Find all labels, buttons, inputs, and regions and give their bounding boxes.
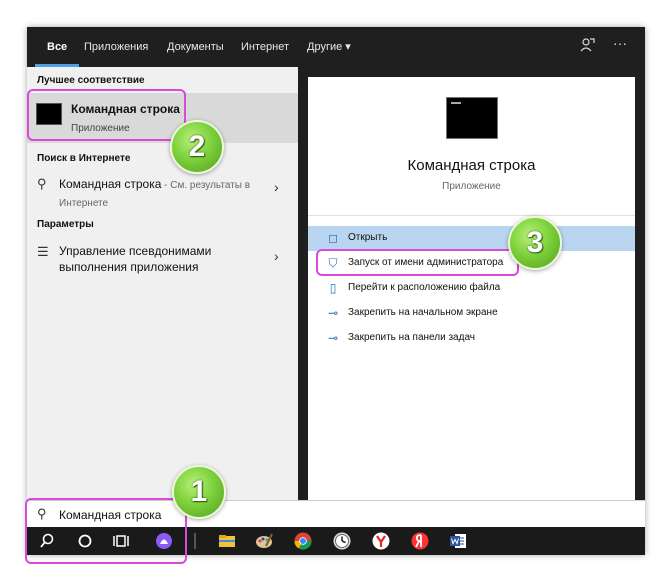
more-icon[interactable]: ··· bbox=[613, 35, 627, 51]
file-location-icon: ▯ bbox=[329, 281, 337, 295]
tab-internet[interactable]: Интернет bbox=[241, 27, 289, 67]
paint-icon[interactable] bbox=[254, 531, 274, 551]
action-open-file-location[interactable]: ▯ Перейти к расположению файла bbox=[308, 276, 635, 301]
step-badge-3: 3 bbox=[508, 216, 562, 270]
tab-documents[interactable]: Документы bbox=[167, 27, 224, 67]
open-icon: ◻ bbox=[328, 231, 338, 245]
clock-app-icon[interactable] bbox=[332, 531, 352, 551]
action-open[interactable]: ◻ Открыть bbox=[308, 226, 635, 251]
file-explorer-icon[interactable] bbox=[217, 531, 237, 551]
web-result-query: Командная строка bbox=[59, 177, 162, 191]
action-label: Открыть bbox=[348, 232, 388, 243]
chrome-icon[interactable] bbox=[293, 531, 313, 551]
yandex-browser-icon[interactable] bbox=[371, 531, 391, 551]
web-result-line2: Интернете bbox=[59, 198, 109, 209]
callout-search bbox=[25, 498, 187, 564]
divider bbox=[308, 215, 635, 216]
search-icon: ⚲ bbox=[37, 176, 47, 191]
pin-icon: ⊸ bbox=[327, 331, 339, 345]
preview-title: Командная строка bbox=[407, 157, 536, 174]
taskbar-divider bbox=[194, 533, 196, 549]
step-badge-1: 1 bbox=[172, 465, 226, 519]
chevron-right-icon[interactable]: › bbox=[274, 248, 279, 264]
setting-item-text: Управление псевдонимами выполнения прило… bbox=[59, 243, 211, 275]
word-icon[interactable] bbox=[448, 531, 468, 551]
action-label: Перейти к расположению файла bbox=[348, 282, 501, 293]
settings-heading: Параметры bbox=[37, 219, 94, 230]
preview-panel: Командная строка Приложение ◻ Открыть ⛉ … bbox=[308, 77, 635, 500]
chevron-right-icon[interactable]: › bbox=[274, 179, 279, 195]
tab-all[interactable]: Все bbox=[47, 27, 67, 67]
tab-other[interactable]: Другие ▾ bbox=[307, 27, 351, 67]
web-result-suffix: - См. результаты в bbox=[161, 180, 251, 191]
tab-apps[interactable]: Приложения bbox=[84, 27, 148, 67]
cmd-preview-icon bbox=[446, 97, 498, 139]
yandex-icon[interactable] bbox=[410, 531, 430, 551]
action-pin-taskbar[interactable]: ⊸ Закрепить на панели задач bbox=[308, 326, 635, 351]
preview-subtitle: Приложение bbox=[442, 181, 501, 192]
setting-line1: Управление псевдонимами bbox=[59, 244, 212, 258]
web-result-text: Командная строка - См. результаты в Инте… bbox=[59, 176, 250, 212]
best-match-heading: Лучшее соответствие bbox=[37, 75, 145, 86]
action-pin-start[interactable]: ⊸ Закрепить на начальном экране bbox=[308, 301, 635, 326]
pin-icon: ⊸ bbox=[327, 306, 339, 320]
callout-run-as-admin bbox=[316, 249, 519, 276]
callout-best-match bbox=[27, 89, 186, 141]
action-label: Закрепить на начальном экране bbox=[348, 307, 498, 318]
feedback-icon[interactable] bbox=[579, 37, 595, 56]
setting-line2: выполнения приложения bbox=[59, 260, 199, 274]
list-settings-icon: ☰ bbox=[37, 244, 49, 259]
action-label: Закрепить на панели задач bbox=[348, 332, 475, 343]
web-search-heading: Поиск в Интернете bbox=[37, 153, 131, 164]
filter-tabs-bar: Все Приложения Документы Интернет Другие… bbox=[27, 27, 645, 67]
step-badge-2: 2 bbox=[170, 120, 224, 174]
